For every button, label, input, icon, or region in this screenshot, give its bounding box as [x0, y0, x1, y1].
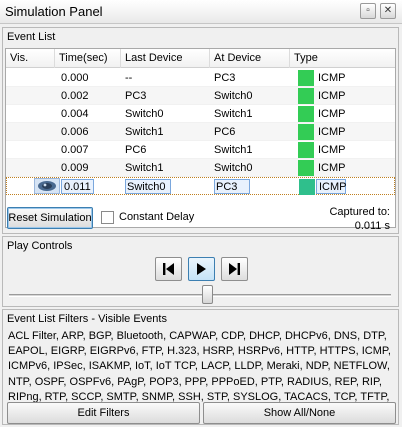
- edit-filters-button[interactable]: Edit Filters: [7, 402, 200, 424]
- time-cell: 0.000: [61, 72, 89, 84]
- column-header-at-device[interactable]: At Device: [210, 49, 290, 68]
- step-back-icon: [163, 263, 174, 275]
- last-device-cell: PC6: [125, 144, 147, 156]
- at-device-cell: Switch0: [214, 162, 253, 174]
- at-device-cell: Switch1: [214, 108, 253, 120]
- type-color-swatch: [298, 160, 314, 176]
- type-cell: ICMP: [318, 144, 346, 156]
- constant-delay-checkbox[interactable]: [101, 211, 114, 224]
- type-cell: ICMP: [318, 126, 346, 138]
- table-row[interactable]: 0.007 PC6 Switch1 ICMP: [6, 141, 395, 159]
- at-device-cell: Switch0: [214, 90, 253, 102]
- play-controls-panel: Play Controls: [2, 236, 399, 307]
- type-cell: ICMP: [318, 162, 346, 174]
- last-device-cell: --: [125, 72, 133, 84]
- event-list-panel: Event List Vis. Time(sec) Last Device At…: [2, 27, 399, 234]
- time-cell: 0.009: [61, 162, 89, 174]
- step-forward-button[interactable]: [221, 257, 248, 281]
- last-device-cell: Switch1: [125, 126, 164, 138]
- close-icon: ✕: [383, 5, 393, 16]
- time-cell: 0.004: [61, 108, 89, 120]
- type-color-swatch: [298, 106, 314, 122]
- reset-simulation-button[interactable]: Reset Simulation: [7, 207, 93, 229]
- type-color-swatch: [298, 142, 314, 158]
- event-filters-panel: Event List Filters - Visible Events ACL …: [2, 309, 399, 425]
- show-all-none-button[interactable]: Show All/None: [203, 402, 396, 424]
- column-header-vis[interactable]: Vis.: [6, 49, 55, 68]
- at-device-cell: PC3: [214, 72, 236, 84]
- type-cell: ICMP: [319, 181, 347, 193]
- table-row[interactable]: 0.000 -- PC3 ICMP: [6, 69, 395, 87]
- table-row[interactable]: 0.002 PC3 Switch0 ICMP: [6, 87, 395, 105]
- type-color-swatch: [298, 88, 314, 104]
- type-cell: ICMP: [318, 72, 346, 84]
- playback-speed-slider-thumb[interactable]: [202, 285, 213, 304]
- step-back-button[interactable]: [155, 257, 182, 281]
- time-cell: 0.006: [61, 126, 89, 138]
- table-header: Vis. Time(sec) Last Device At Device Typ…: [6, 49, 395, 68]
- type-cell: ICMP: [318, 90, 346, 102]
- constant-delay-label: Constant Delay: [119, 211, 195, 223]
- step-forward-icon: [229, 263, 240, 275]
- at-device-cell: PC3: [216, 181, 238, 193]
- captured-time-value: 0.011 s: [354, 220, 390, 232]
- column-header-time[interactable]: Time(sec): [55, 49, 121, 68]
- column-header-last-device[interactable]: Last Device: [121, 49, 210, 68]
- type-color-swatch: [298, 124, 314, 140]
- time-cell: 0.011: [64, 181, 91, 193]
- restore-button[interactable]: ▫: [360, 3, 376, 19]
- play-button[interactable]: [188, 257, 215, 281]
- last-device-cell: Switch1: [125, 162, 164, 174]
- captured-to-label: Captured to:: [329, 206, 390, 218]
- at-device-cell: Switch1: [214, 144, 253, 156]
- last-device-cell: Switch0: [125, 108, 164, 120]
- column-header-type[interactable]: Type: [290, 49, 395, 68]
- eye-icon: [38, 181, 56, 191]
- time-cell: 0.007: [61, 144, 89, 156]
- close-button[interactable]: ✕: [380, 3, 396, 19]
- table-row[interactable]: 0.006 Switch1 PC6 ICMP: [6, 123, 395, 141]
- table-row[interactable]: 0.004 Switch0 Switch1 ICMP: [6, 105, 395, 123]
- event-list-table[interactable]: Vis. Time(sec) Last Device At Device Typ…: [5, 48, 396, 228]
- restore-icon: ▫: [366, 5, 370, 16]
- type-cell: ICMP: [318, 108, 346, 120]
- play-icon: [197, 263, 206, 275]
- table-row-selected[interactable]: 0.011 Switch0 PC3 ICMP: [6, 177, 395, 195]
- playback-speed-slider-track[interactable]: [9, 294, 391, 297]
- last-device-cell: Switch0: [127, 181, 166, 193]
- visible-event-marker[interactable]: [34, 178, 60, 194]
- table-row[interactable]: 0.009 Switch1 Switch0 ICMP: [6, 159, 395, 177]
- time-cell: 0.002: [61, 90, 89, 102]
- title-bar: Simulation Panel ▫ ✕: [0, 0, 402, 24]
- play-controls-label: Play Controls: [7, 240, 73, 252]
- event-list-label: Event List: [7, 31, 56, 43]
- filters-label: Event List Filters - Visible Events: [7, 313, 167, 325]
- last-device-cell: PC3: [125, 90, 147, 102]
- type-color-swatch: [298, 70, 314, 86]
- at-device-cell: PC6: [214, 126, 236, 138]
- type-color-swatch: [299, 179, 315, 195]
- window-title: Simulation Panel: [5, 4, 103, 19]
